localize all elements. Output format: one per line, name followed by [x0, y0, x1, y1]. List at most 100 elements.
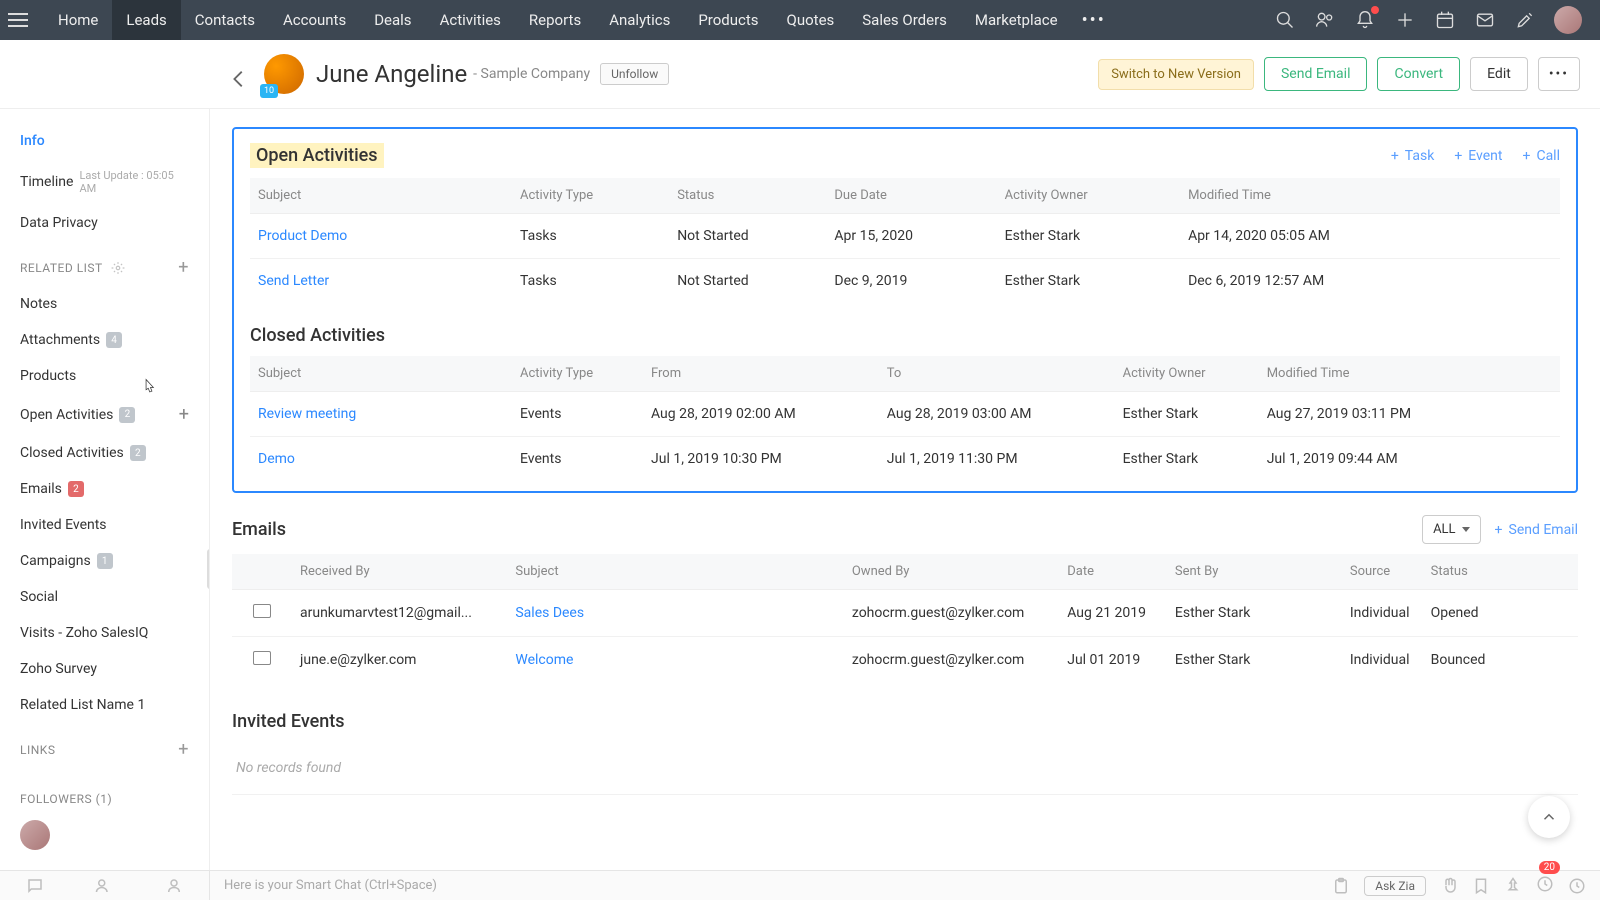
pin-icon[interactable]: [1504, 877, 1522, 895]
more-actions-button[interactable]: •••: [1538, 57, 1580, 91]
follower-avatar[interactable]: [20, 820, 50, 850]
sidebar-attachments[interactable]: Attachments 4: [20, 322, 189, 358]
table-cell: Jul 01 2019: [1059, 637, 1167, 684]
topnav-more-icon[interactable]: •••: [1072, 10, 1116, 31]
topnav-sales-orders[interactable]: Sales Orders: [848, 0, 961, 40]
emails-filter-select[interactable]: ALL: [1422, 515, 1480, 544]
topnav-accounts[interactable]: Accounts: [269, 0, 360, 40]
sidebar-campaigns[interactable]: Campaigns 1: [20, 543, 189, 579]
bell-icon[interactable]: [1354, 9, 1376, 31]
column-header: Activity Type: [512, 356, 643, 392]
table-cell-link[interactable]: Welcome: [507, 637, 844, 684]
table-row[interactable]: Send LetterTasksNot StartedDec 9, 2019Es…: [250, 259, 1560, 304]
search-icon[interactable]: [1274, 9, 1296, 31]
table-cell: Esther Stark: [1115, 392, 1259, 437]
table-cell-link[interactable]: Sales Dees: [507, 590, 844, 637]
sidebar-social[interactable]: Social: [20, 579, 189, 615]
open-activities-title: Open Activities: [250, 143, 384, 168]
contacts-icon[interactable]: [95, 877, 113, 895]
sidebar-notes[interactable]: Notes: [20, 286, 189, 322]
add-event-button[interactable]: Event: [1454, 148, 1502, 164]
table-row[interactable]: DemoEventsJul 1, 2019 10:30 PMJul 1, 201…: [250, 437, 1560, 482]
topnav-contacts[interactable]: Contacts: [181, 0, 269, 40]
sidebar-survey[interactable]: Zoho Survey: [20, 651, 189, 687]
table-cell-link[interactable]: Send Letter: [250, 259, 512, 304]
table-cell: Dec 9, 2019: [826, 259, 996, 304]
column-header: To: [879, 356, 1115, 392]
table-cell: Aug 28, 2019 03:00 AM: [879, 392, 1115, 437]
lead-avatar[interactable]: 10: [264, 54, 304, 94]
add-task-button[interactable]: Task: [1391, 148, 1434, 164]
add-open-activity-icon[interactable]: +: [179, 404, 189, 425]
sidebar-closed-activities[interactable]: Closed Activities 2: [20, 435, 189, 471]
table-cell: june.e@zylker.com: [292, 637, 507, 684]
smart-chat-input[interactable]: Here is your Smart Chat (Ctrl+Space): [210, 878, 1332, 893]
sidebar-followers-heading: FOLLOWERS (1): [20, 768, 189, 814]
chat-icon[interactable]: [26, 877, 44, 895]
convert-button[interactable]: Convert: [1377, 57, 1460, 91]
hand-icon[interactable]: [1440, 877, 1458, 895]
topnav-quotes[interactable]: Quotes: [773, 0, 849, 40]
sidebar-timeline[interactable]: Timeline Last Update : 05:05 AM: [20, 159, 189, 205]
profile-avatar[interactable]: [1554, 6, 1582, 34]
history-icon[interactable]: [1568, 877, 1586, 895]
table-cell: Tasks: [512, 259, 669, 304]
tools-icon[interactable]: [1514, 9, 1536, 31]
calendar-icon[interactable]: [1434, 9, 1456, 31]
topnav-deals[interactable]: Deals: [360, 0, 425, 40]
column-header: Source: [1342, 554, 1423, 590]
topnav-products[interactable]: Products: [684, 0, 772, 40]
sidebar-custom1[interactable]: Related List Name 1: [20, 687, 189, 723]
people-icon[interactable]: [1314, 9, 1336, 31]
table-row[interactable]: Review meetingEventsAug 28, 2019 02:00 A…: [250, 392, 1560, 437]
sidebar-visits[interactable]: Visits - Zoho SalesIQ: [20, 615, 189, 651]
table-row[interactable]: arunkumarvtest12@gmail...Sales Deeszohoc…: [232, 590, 1578, 637]
table-cell-link[interactable]: Product Demo: [250, 214, 512, 259]
column-header: Status: [1423, 554, 1578, 590]
send-email-link[interactable]: Send Email: [1495, 522, 1578, 538]
column-header: Modified Time: [1180, 178, 1560, 214]
sidebar-data-privacy[interactable]: Data Privacy: [20, 205, 189, 241]
topnav-leads[interactable]: Leads: [112, 0, 180, 40]
topnav-activities[interactable]: Activities: [426, 0, 515, 40]
switch-version-button[interactable]: Switch to New Version: [1098, 59, 1254, 90]
unfollow-button[interactable]: Unfollow: [600, 63, 669, 85]
bookmark-icon[interactable]: [1472, 877, 1490, 895]
sidebar-related-heading: RELATED LIST +: [20, 241, 189, 286]
column-header: Received By: [292, 554, 507, 590]
sidebar-invited-events[interactable]: Invited Events: [20, 507, 189, 543]
table-cell: Jul 1, 2019 11:30 PM: [879, 437, 1115, 482]
add-call-button[interactable]: Call: [1523, 148, 1561, 164]
sidebar-collapse-handle[interactable]: [207, 549, 210, 589]
sidebar-item-label: Closed Activities: [20, 445, 124, 461]
emails-header: Emails ALL Send Email: [232, 515, 1578, 544]
sidebar-products[interactable]: Products: [20, 358, 189, 394]
topnav-marketplace[interactable]: Marketplace: [961, 0, 1072, 40]
table-row[interactable]: june.e@zylker.comWelcomezohocrm.guest@zy…: [232, 637, 1578, 684]
topnav-analytics[interactable]: Analytics: [595, 0, 684, 40]
table-cell-link[interactable]: Review meeting: [250, 392, 512, 437]
scroll-top-button[interactable]: [1528, 796, 1570, 838]
person-icon[interactable]: [165, 877, 183, 895]
add-link-icon[interactable]: +: [178, 739, 189, 760]
sidebar-info[interactable]: Info: [20, 123, 189, 159]
ask-zia-button[interactable]: Ask Zia: [1364, 876, 1426, 896]
edit-button[interactable]: Edit: [1470, 57, 1528, 91]
topnav-home[interactable]: Home: [44, 0, 112, 40]
header-actions: Switch to New Version Send Email Convert…: [1098, 57, 1580, 91]
gear-icon[interactable]: [111, 261, 125, 275]
clipboard-icon[interactable]: [1332, 877, 1350, 895]
add-related-icon[interactable]: +: [178, 257, 189, 278]
table-cell-link[interactable]: Demo: [250, 437, 512, 482]
hamburger-icon[interactable]: [8, 13, 28, 27]
back-arrow-icon[interactable]: [228, 68, 250, 94]
send-email-button[interactable]: Send Email: [1264, 57, 1368, 91]
sidebar-open-activities[interactable]: Open Activities 2 +: [20, 394, 189, 435]
column-header: Sent By: [1167, 554, 1342, 590]
chat-count-icon[interactable]: 20: [1536, 875, 1554, 897]
table-row[interactable]: Product DemoTasksNot StartedApr 15, 2020…: [250, 214, 1560, 259]
mail-icon[interactable]: [1474, 9, 1496, 31]
topnav-reports[interactable]: Reports: [515, 0, 595, 40]
plus-icon[interactable]: [1394, 9, 1416, 31]
sidebar-emails[interactable]: Emails 2: [20, 471, 189, 507]
